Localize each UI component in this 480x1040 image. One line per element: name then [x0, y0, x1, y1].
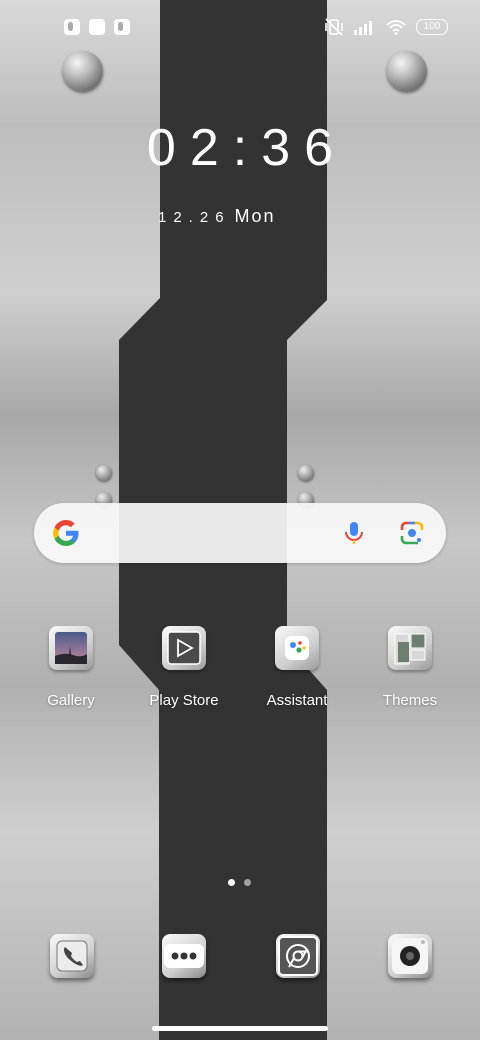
camera-icon[interactable]	[388, 934, 432, 978]
clock-time[interactable]: 02:36	[0, 118, 480, 178]
page-dot	[244, 879, 251, 886]
gallery-icon	[49, 626, 93, 670]
status-bar: 100	[0, 0, 480, 56]
app-label: Assistant	[266, 692, 328, 709]
rivet-decoration	[298, 465, 314, 481]
weekday: Mon	[234, 206, 276, 226]
themes-icon	[388, 626, 432, 670]
clock-date[interactable]: 12.26 Mon	[158, 206, 276, 227]
google-g-icon	[53, 520, 79, 546]
signal-icon	[354, 21, 372, 35]
assistant-icon	[275, 626, 319, 670]
app-themes[interactable]: Themes	[360, 626, 460, 709]
knob-decoration	[63, 51, 103, 91]
mic-icon[interactable]	[340, 519, 368, 547]
phone-icon[interactable]	[50, 934, 94, 978]
notification-app-icon	[64, 19, 80, 35]
play-store-icon	[162, 626, 206, 670]
gesture-home-bar[interactable]	[152, 1026, 328, 1031]
app-assistant[interactable]: Assistant	[247, 626, 347, 709]
system-icons: 100	[324, 18, 448, 36]
notification-icons	[64, 19, 130, 35]
battery-indicator: 100	[416, 19, 448, 35]
rivet-decoration	[96, 465, 112, 481]
page-dot-active	[228, 879, 235, 886]
wifi-icon	[386, 20, 406, 35]
chrome-icon[interactable]	[276, 934, 320, 978]
notification-app-icon	[114, 19, 130, 35]
google-lens-icon[interactable]	[398, 519, 426, 547]
page-indicator[interactable]	[228, 879, 251, 886]
app-label: Play Store	[149, 692, 219, 709]
app-play-store[interactable]: Play Store	[134, 626, 234, 709]
app-label: Themes	[382, 692, 438, 709]
date-numbers: 12.26	[158, 209, 231, 226]
notification-square-icon	[89, 19, 105, 35]
app-label: Gallery	[47, 692, 95, 709]
vibrate-off-icon	[325, 18, 343, 36]
knob-decoration	[387, 51, 427, 91]
app-gallery[interactable]: Gallery	[21, 626, 121, 709]
messages-icon[interactable]	[162, 934, 206, 978]
google-search-bar[interactable]	[34, 503, 446, 563]
